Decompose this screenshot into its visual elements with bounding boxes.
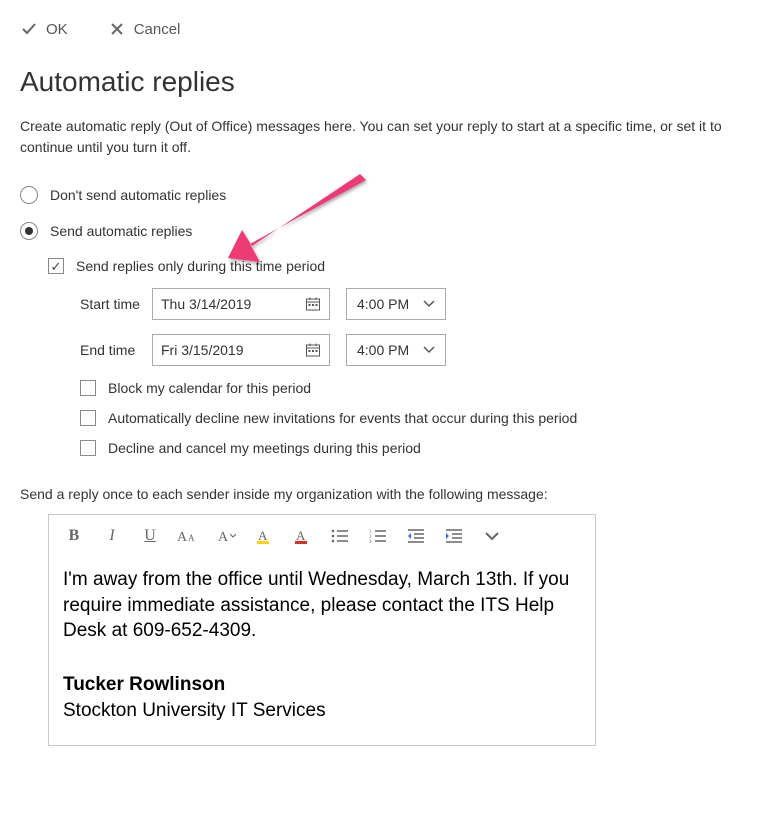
svg-text:A: A — [296, 528, 306, 543]
end-date-input[interactable]: Fri 3/15/2019 — [152, 334, 330, 366]
start-time-value: 4:00 PM — [357, 296, 409, 312]
chevron-down-icon — [423, 346, 435, 354]
page-description: Create automatic reply (Out of Office) m… — [20, 116, 738, 158]
checkbox-cancel-meetings[interactable]: Decline and cancel my meetings during th… — [80, 440, 738, 456]
end-time-input[interactable]: 4:00 PM — [346, 334, 446, 366]
font-color-caret-button[interactable]: A — [215, 525, 237, 547]
cancel-label: Cancel — [134, 21, 181, 38]
checkbox-label: Automatically decline new invitations fo… — [108, 410, 577, 426]
highlight-button[interactable]: A — [253, 525, 275, 547]
svg-text:A: A — [258, 528, 268, 543]
svg-text:A: A — [218, 530, 229, 545]
ok-label: OK — [46, 21, 68, 38]
editor: B I U AA A A A 123 — [48, 514, 596, 746]
font-size-button[interactable]: AA — [177, 525, 199, 547]
checkbox-label: Send replies only during this time perio… — [76, 258, 325, 274]
checkbox-icon[interactable] — [80, 410, 96, 426]
end-time-value: 4:00 PM — [357, 342, 409, 358]
font-color-button[interactable]: A — [291, 525, 313, 547]
start-time-label: Start time — [80, 296, 152, 312]
outdent-button[interactable] — [405, 525, 427, 547]
chevron-down-icon — [423, 300, 435, 308]
more-formatting-button[interactable] — [481, 525, 503, 547]
radio-icon[interactable] — [20, 222, 38, 240]
start-time-input[interactable]: 4:00 PM — [346, 288, 446, 320]
top-action-bar: OK Cancel — [20, 20, 738, 38]
checkbox-icon[interactable] — [80, 380, 96, 396]
message-section-label: Send a reply once to each sender inside … — [20, 486, 738, 502]
page-title: Automatic replies — [20, 66, 738, 98]
checkbox-label: Decline and cancel my meetings during th… — [108, 440, 421, 456]
checkbox-icon[interactable] — [80, 440, 96, 456]
close-icon — [108, 20, 126, 38]
bold-button[interactable]: B — [63, 525, 85, 547]
check-icon — [20, 20, 38, 38]
message-body-text: I'm away from the office until Wednesday… — [63, 567, 581, 644]
underline-button[interactable]: U — [139, 525, 161, 547]
radio-send[interactable]: Send automatic replies — [20, 222, 738, 240]
checkbox-auto-decline[interactable]: Automatically decline new invitations fo… — [80, 410, 738, 426]
calendar-icon — [305, 342, 321, 358]
radio-label: Don't send automatic replies — [50, 187, 226, 203]
svg-text:A: A — [188, 533, 195, 543]
bullet-list-button[interactable] — [329, 525, 351, 547]
indent-button[interactable] — [443, 525, 465, 547]
checkbox-time-period[interactable]: Send replies only during this time perio… — [48, 258, 738, 274]
radio-dont-send[interactable]: Don't send automatic replies — [20, 186, 738, 204]
end-time-label: End time — [80, 342, 152, 358]
ok-button[interactable]: OK — [20, 20, 68, 38]
radio-icon[interactable] — [20, 186, 38, 204]
signature-org: Stockton University IT Services — [63, 698, 581, 724]
svg-text:3: 3 — [369, 540, 372, 544]
checkbox-label: Block my calendar for this period — [108, 380, 311, 396]
italic-button[interactable]: I — [101, 525, 123, 547]
cancel-button[interactable]: Cancel — [108, 20, 181, 38]
signature-name: Tucker Rowlinson — [63, 672, 581, 698]
editor-toolbar: B I U AA A A A 123 — [49, 515, 595, 557]
start-date-value: Thu 3/14/2019 — [161, 296, 251, 312]
checkbox-icon[interactable] — [48, 258, 64, 274]
end-date-value: Fri 3/15/2019 — [161, 342, 244, 358]
start-date-input[interactable]: Thu 3/14/2019 — [152, 288, 330, 320]
end-time-row: End time Fri 3/15/2019 4:00 PM — [80, 334, 738, 366]
start-time-row: Start time Thu 3/14/2019 4:00 PM — [80, 288, 738, 320]
numbered-list-button[interactable]: 123 — [367, 525, 389, 547]
svg-text:A: A — [177, 530, 188, 545]
radio-label: Send automatic replies — [50, 223, 192, 239]
checkbox-block-calendar[interactable]: Block my calendar for this period — [80, 380, 738, 396]
calendar-icon — [305, 296, 321, 312]
editor-body[interactable]: I'm away from the office until Wednesday… — [49, 557, 595, 745]
